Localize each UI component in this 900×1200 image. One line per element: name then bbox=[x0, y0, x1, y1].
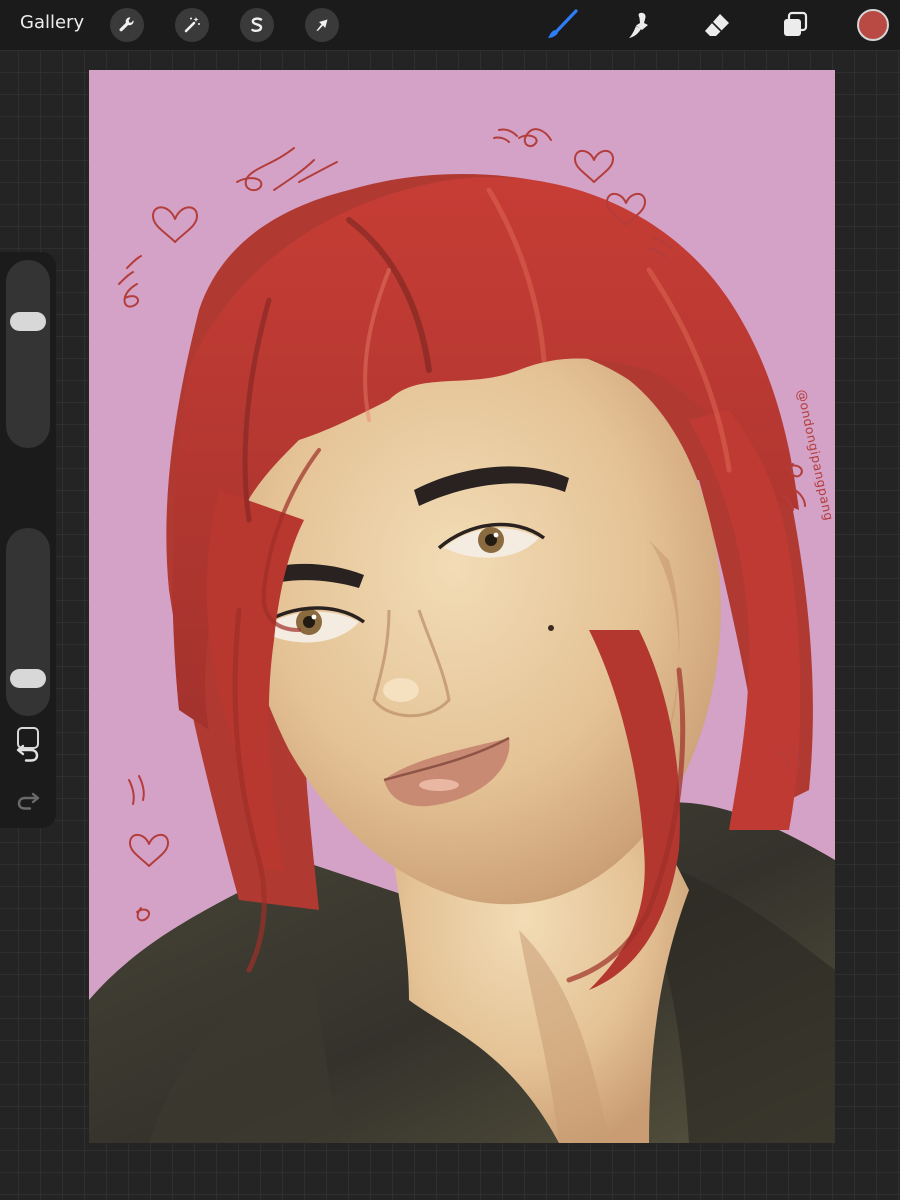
undo-icon bbox=[16, 744, 39, 762]
wrench-icon bbox=[119, 17, 134, 32]
selection-button[interactable] bbox=[240, 8, 274, 42]
transform-button[interactable] bbox=[305, 8, 339, 42]
gallery-button[interactable]: Gallery bbox=[20, 12, 84, 33]
layers-button[interactable] bbox=[778, 8, 812, 42]
opacity-thumb[interactable] bbox=[10, 668, 46, 688]
opacity-slider[interactable] bbox=[6, 528, 50, 716]
redo-icon bbox=[17, 792, 40, 810]
undo-button[interactable] bbox=[14, 738, 42, 766]
selection-icon bbox=[251, 17, 263, 32]
adjustments-button[interactable] bbox=[175, 8, 209, 42]
actions-button[interactable] bbox=[110, 8, 144, 42]
brush-icon bbox=[548, 9, 578, 38]
portrait-painting bbox=[89, 128, 835, 1143]
layers-icon bbox=[784, 11, 808, 36]
eraser-tool-button[interactable] bbox=[700, 8, 734, 42]
redo-button[interactable] bbox=[14, 786, 42, 814]
transform-arrow-icon bbox=[316, 19, 328, 31]
smudge-tool-button[interactable] bbox=[622, 8, 656, 42]
top-toolbar: Gallery bbox=[0, 0, 900, 50]
color-picker-button[interactable] bbox=[857, 9, 889, 41]
brush-size-thumb[interactable] bbox=[10, 312, 46, 332]
heart-doodle bbox=[574, 149, 614, 183]
drawing-canvas[interactable]: @ondongipangpang bbox=[89, 70, 835, 1143]
brush-tool-button[interactable] bbox=[545, 8, 579, 42]
heart-doodle bbox=[152, 206, 198, 243]
smudge-icon bbox=[629, 12, 648, 38]
brush-size-slider[interactable] bbox=[6, 260, 50, 448]
heart-doodle bbox=[129, 833, 169, 867]
left-sidebar bbox=[0, 252, 56, 828]
magic-wand-icon bbox=[184, 17, 200, 33]
eraser-icon bbox=[705, 14, 729, 36]
